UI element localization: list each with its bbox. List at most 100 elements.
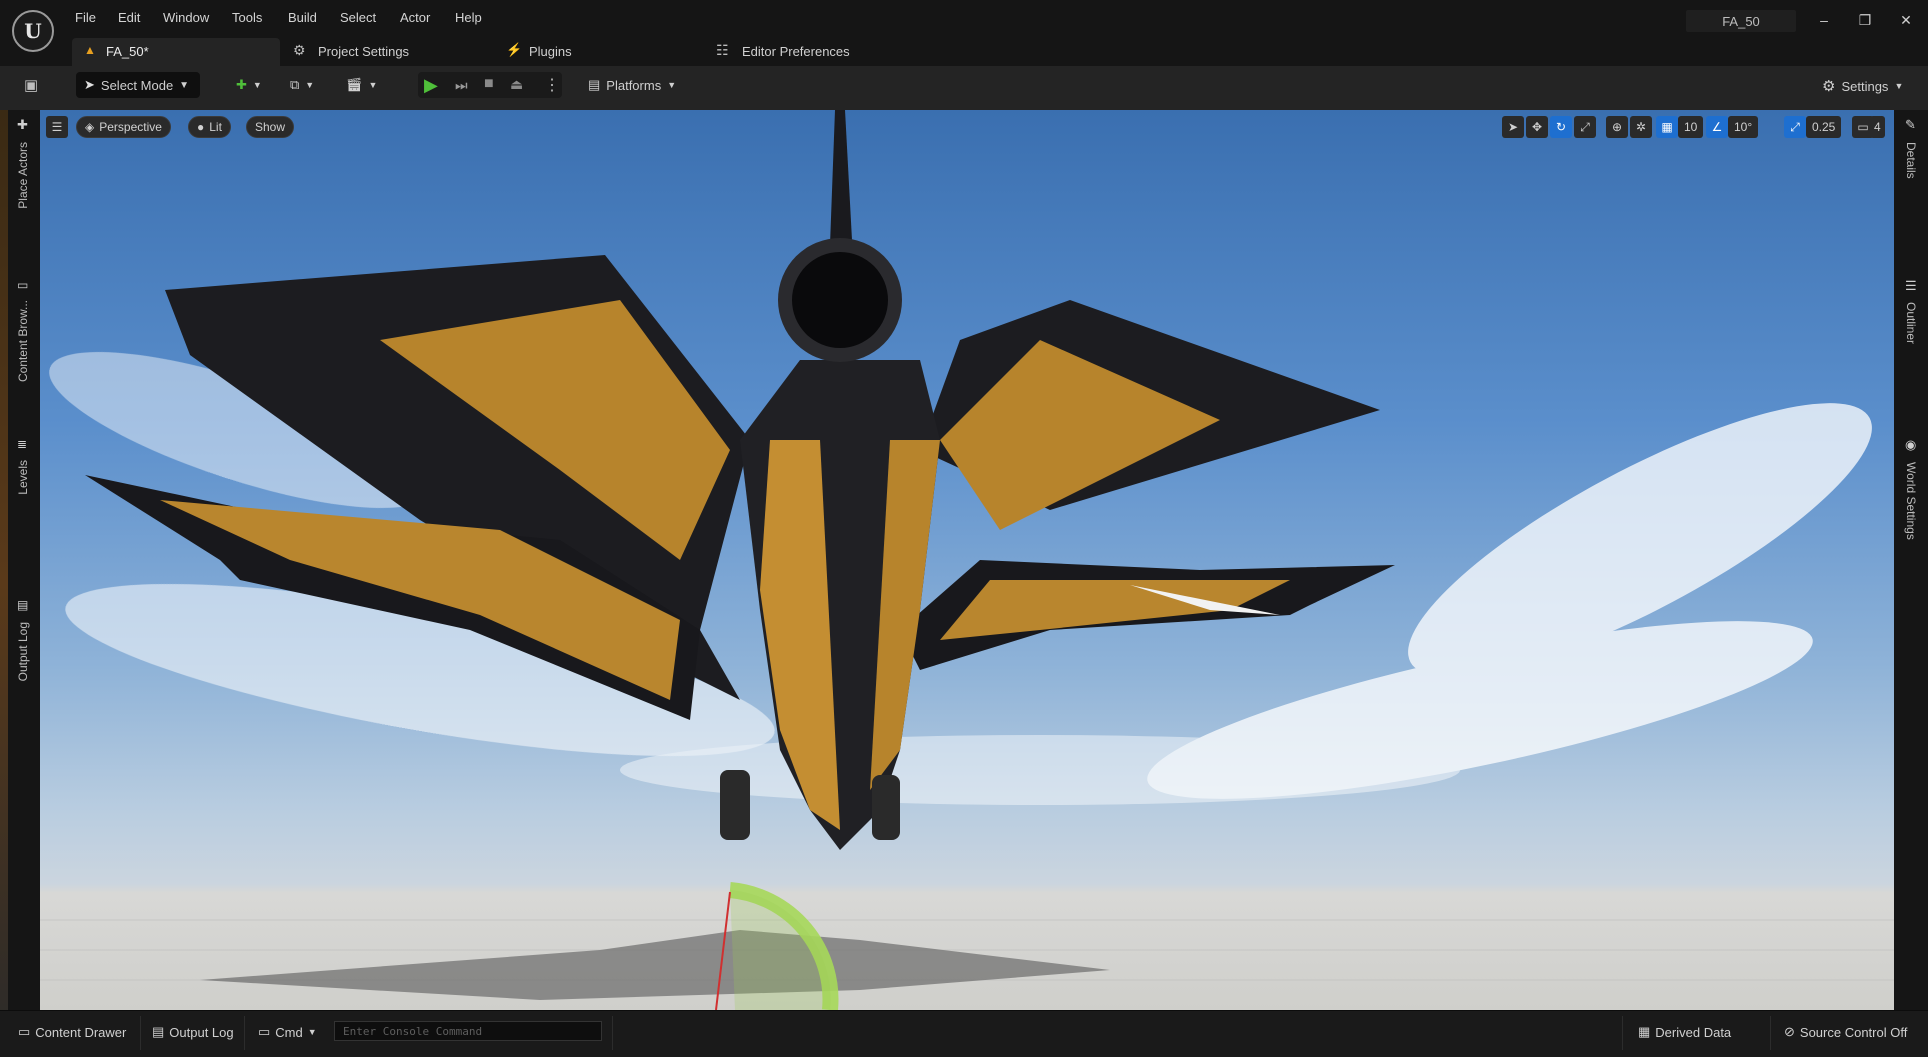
gear-icon: ⚙ (1822, 78, 1836, 95)
unreal-logo-icon[interactable]: U (12, 10, 54, 52)
blueprint-button[interactable]: ⧉ ▼ (290, 77, 314, 93)
perspective-label: Perspective (99, 120, 162, 134)
scale-snap-icon[interactable]: ⤢ (1784, 116, 1806, 138)
show-dropdown[interactable]: Show (246, 116, 295, 138)
perspective-dropdown[interactable]: ◈ Perspective (76, 116, 171, 138)
close-button[interactable]: ✕ (1894, 12, 1918, 29)
tab-world-settings[interactable]: World Settings (1904, 462, 1918, 540)
settings-dropdown[interactable]: ⚙ Settings ▼ (1822, 77, 1903, 95)
folder-icon: ▭ (17, 278, 29, 292)
derived-data-button[interactable]: ▦ Derived Data (1638, 1024, 1731, 1040)
tab-plugins[interactable]: Plugins (529, 44, 572, 59)
minimize-button[interactable]: – (1812, 12, 1836, 28)
more-options-icon[interactable]: ⋮ (544, 75, 560, 95)
sphere-icon: ● (197, 120, 205, 134)
settings-label: Settings (1841, 78, 1889, 94)
tab-outliner[interactable]: Outliner (1904, 302, 1918, 344)
tab-bar (0, 38, 1928, 66)
rotation-snap-value[interactable]: 10° (1728, 116, 1759, 138)
add-actor-button[interactable]: ✚ ▼ (236, 77, 262, 93)
chevron-down-icon: ▼ (667, 80, 677, 90)
step-icon[interactable]: ⏭︎ (455, 77, 468, 94)
chevron-down-icon: ▼ (1894, 81, 1904, 91)
rotate-tool-icon[interactable]: ↻ (1550, 116, 1572, 138)
tab-fa50-label: FA_50* (106, 44, 149, 59)
menu-help[interactable]: Help (455, 10, 482, 25)
menu-actor[interactable]: Actor (400, 10, 430, 25)
tab-place-actors[interactable]: Place Actors (16, 142, 30, 209)
plug-icon: ⚡ (506, 42, 523, 57)
source-control-label: Source Control Off (1799, 1024, 1908, 1040)
drawer-icon: ▭ (18, 1024, 31, 1039)
right-panel-bar (1894, 110, 1928, 1010)
chevron-down-icon: ▼ (307, 1027, 317, 1037)
platforms-dropdown[interactable]: ▤ Platforms ▼ (588, 77, 676, 93)
source-control-button[interactable]: ⊘ Source Control Off (1784, 1024, 1907, 1040)
surface-snap-icon[interactable]: ✲ (1630, 116, 1652, 138)
tab-output-log[interactable]: Output Log (16, 622, 30, 681)
chevron-down-icon: ▼ (305, 80, 315, 90)
level-viewport[interactable]: ☰ ◈ Perspective ● Lit Show ➤ ✥ ↻ ⤢ ⊕ ✲ ▦… (40, 110, 1894, 1010)
menu-build[interactable]: Build (288, 10, 317, 25)
scale-snap-value[interactable]: 0.25 (1806, 116, 1842, 138)
divider (1622, 1016, 1623, 1050)
eject-icon[interactable]: ⏏︎ (510, 76, 523, 93)
database-icon: ▦ (1638, 1024, 1651, 1039)
tab-project-settings[interactable]: Project Settings (318, 44, 409, 59)
menu-tools[interactable]: Tools (232, 10, 262, 25)
cube-icon: ◈ (85, 120, 95, 134)
project-name-label: FA_50 (1686, 10, 1796, 32)
level-icon: ▲ (84, 43, 96, 57)
divider (612, 1016, 613, 1050)
cursor-icon: ➤ (84, 77, 95, 92)
platforms-icon: ▤ (588, 77, 601, 92)
menu-file[interactable]: File (75, 10, 96, 25)
save-icon[interactable]: ▣ (24, 76, 38, 94)
chevron-down-icon: ▼ (368, 80, 378, 90)
add-cube-icon: ✚ (236, 77, 247, 92)
log-icon: ▤ (17, 598, 29, 612)
viewport-scene (40, 110, 1894, 1010)
chevron-down-icon: ▼ (252, 80, 262, 90)
console-command-input[interactable]: Enter Console Command (334, 1021, 602, 1041)
menu-window[interactable]: Window (163, 10, 209, 25)
aircraft-shadow (200, 930, 1110, 1000)
chevron-down-icon: ▼ (179, 79, 190, 91)
camera-speed-value[interactable]: 4 (1870, 116, 1885, 138)
rotation-snap-icon[interactable]: ∠ (1706, 116, 1728, 138)
terminal-icon: ▭ (258, 1024, 271, 1039)
scale-tool-icon[interactable]: ⤢ (1574, 116, 1596, 138)
menu-select[interactable]: Select (340, 10, 376, 25)
viewport-menu-button[interactable]: ☰ (46, 116, 68, 138)
tab-fa50[interactable] (72, 38, 280, 66)
cinematics-button[interactable]: 🎬︎ ▼ (346, 77, 377, 93)
tab-levels[interactable]: Levels (16, 460, 30, 495)
tab-content-browser[interactable]: Content Brow... (16, 300, 30, 382)
tab-details[interactable]: Details (1904, 142, 1918, 179)
levels-icon: ≣ (17, 437, 28, 451)
content-drawer-button[interactable]: ▭ Content Drawer (18, 1024, 126, 1040)
desktop-edge (0, 110, 8, 1056)
show-label: Show (255, 120, 286, 134)
divider (140, 1016, 141, 1050)
tab-editor-preferences[interactable]: Editor Preferences (742, 44, 850, 59)
clapper-icon: 🎬︎ (346, 77, 363, 92)
cmd-dropdown[interactable]: ▭ Cmd ▼ (258, 1024, 317, 1040)
cmd-label: Cmd (275, 1024, 303, 1040)
globe-icon: ◉ (1905, 437, 1917, 452)
world-space-icon[interactable]: ⊕ (1606, 116, 1628, 138)
lit-dropdown[interactable]: ● Lit (188, 116, 231, 138)
grid-snap-value[interactable]: 10 (1678, 116, 1704, 138)
output-log-button[interactable]: ▤ Output Log (152, 1024, 234, 1040)
play-icon[interactable]: ▶ (424, 75, 438, 96)
divider (1770, 1016, 1771, 1050)
translate-tool-icon[interactable]: ✥ (1526, 116, 1548, 138)
menu-edit[interactable]: Edit (118, 10, 140, 25)
blueprint-icon: ⧉ (290, 77, 300, 92)
select-mode-dropdown[interactable]: ➤ Select Mode ▼ (76, 72, 200, 98)
restore-button[interactable]: ❐ (1853, 12, 1877, 29)
grid-snap-icon[interactable]: ▦ (1656, 116, 1678, 138)
divider (244, 1016, 245, 1050)
select-tool-icon[interactable]: ➤ (1502, 116, 1524, 138)
stop-icon[interactable]: ■ (484, 75, 494, 93)
